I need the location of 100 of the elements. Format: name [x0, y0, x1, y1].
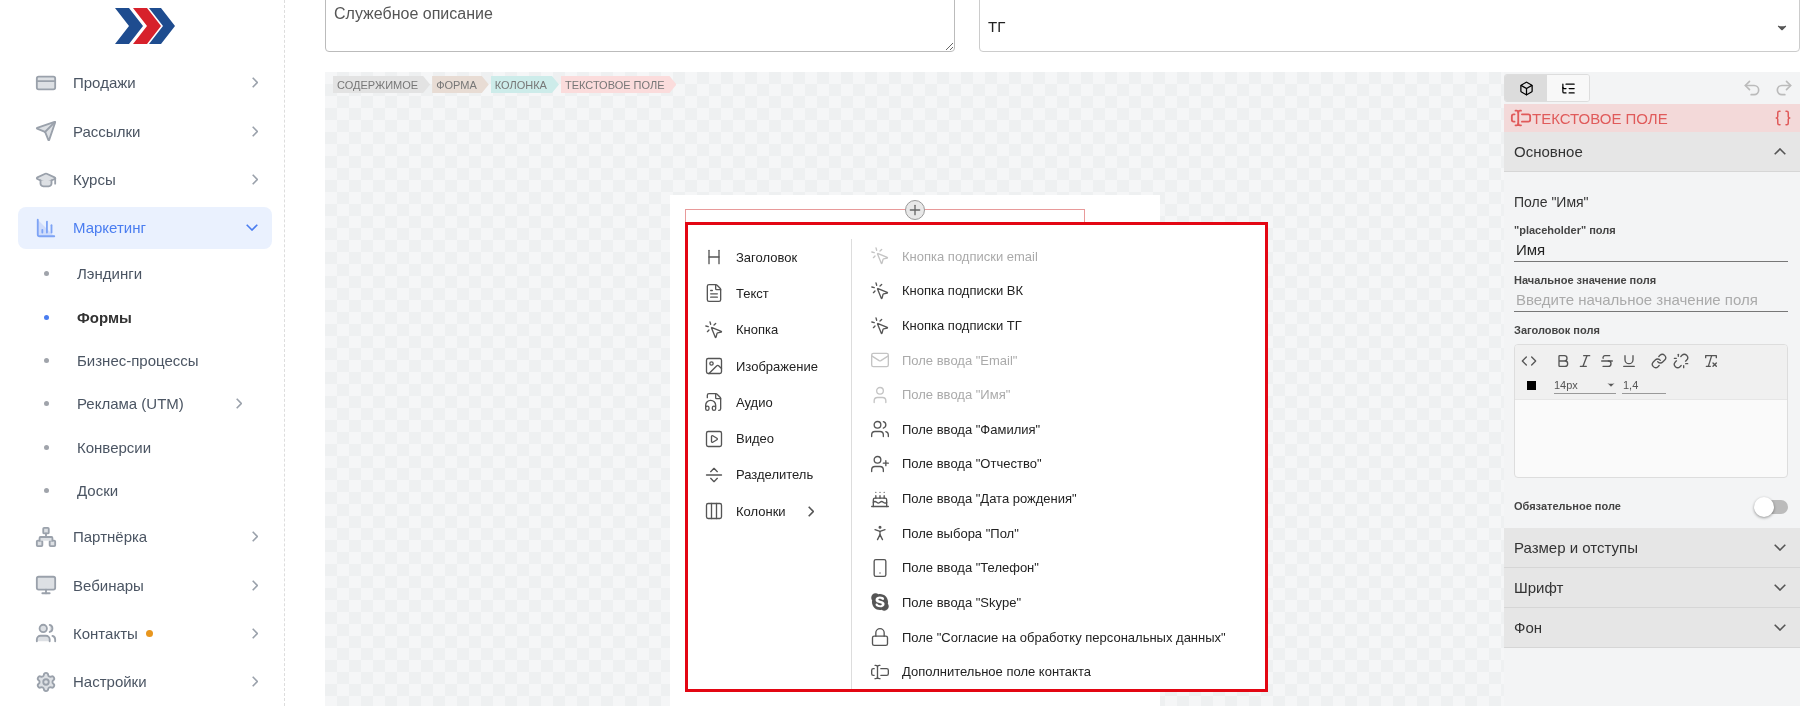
color-swatch[interactable] [1527, 380, 1536, 390]
field-label: Обязательное поле [1514, 500, 1621, 512]
bullet-icon [44, 358, 49, 364]
nav-label: Формы [77, 308, 133, 326]
audio-file-icon [704, 392, 724, 413]
menu-item[interactable]: Поле ввода "Телефон" [870, 550, 1226, 586]
document-icon [704, 283, 724, 304]
skype-icon [870, 592, 890, 613]
menu-item[interactable]: Кнопка подписки ВК [870, 273, 1226, 309]
field-label: Заголовок поля [1514, 324, 1601, 336]
section-header[interactable]: Основное [1504, 132, 1800, 172]
chevron-right-icon [252, 174, 258, 186]
unlink-icon[interactable] [1673, 353, 1689, 369]
element-title: ТЕКСТОВОЕ ПОЛЕ [1532, 109, 1668, 127]
menu-item[interactable]: Видео [704, 420, 851, 457]
play-icon [704, 428, 724, 449]
menu-item[interactable]: Поле ввода "Фамилия" [870, 412, 1226, 447]
nav-label: Курсы [73, 171, 116, 189]
menu-item[interactable]: Поле выбора "Пол" [870, 515, 1226, 551]
initial-value-input[interactable]: Введите начальное значение поля [1514, 288, 1788, 312]
clear-format-icon[interactable] [1703, 353, 1719, 369]
chevron-down-icon [1774, 624, 1786, 631]
line-height-input[interactable]: 1,4 [1622, 376, 1666, 394]
pointer-click-icon [870, 246, 890, 267]
menu-item[interactable]: Аудио [704, 384, 851, 421]
panel-tab[interactable] [1547, 75, 1589, 101]
code-icon[interactable] [1521, 353, 1537, 369]
settings-icon [35, 670, 57, 693]
breadcrumb[interactable]: КОЛОНКА [490, 76, 559, 93]
nav-subitem[interactable]: Доски [18, 469, 272, 513]
nav-item[interactable]: Продажи [18, 61, 272, 104]
lock-icon [870, 627, 890, 647]
pointer-click-icon [870, 280, 890, 301]
braces-icon[interactable] [1774, 109, 1792, 127]
menu-item[interactable]: Поле ввода "Отчество" [870, 446, 1226, 482]
section-header[interactable]: Фон [1504, 608, 1800, 648]
chevron-down-icon [246, 224, 258, 232]
panel-tab[interactable] [1505, 75, 1547, 101]
columns-icon [704, 501, 724, 522]
menu-item[interactable]: Изображение [704, 347, 851, 385]
breadcrumb[interactable]: СОДЕРЖИМОЕ [333, 76, 431, 93]
people-icon [35, 622, 57, 645]
nav-subitem[interactable]: Реклама (UTM) [18, 382, 272, 426]
menu-item[interactable]: Текст [704, 275, 851, 312]
nav-subitem[interactable]: Лэндинги [18, 252, 272, 296]
nav-label: Доски [77, 482, 120, 500]
placeholder-input[interactable]: Имя [1514, 238, 1788, 262]
nav-item[interactable]: Вебинары [18, 563, 272, 607]
italic-icon[interactable] [1577, 353, 1593, 369]
nav-label: Лэндинги [77, 265, 144, 283]
chevron-up-icon [1774, 148, 1786, 155]
pointer-click-icon [704, 319, 724, 340]
menu-item[interactable]: Поле "Согласие на обработку персональных данных" [870, 619, 1226, 655]
field-label: "placeholder" поля [1514, 224, 1617, 236]
menu-item[interactable]: Заголовок [704, 239, 851, 276]
bullet-icon [44, 401, 49, 407]
chevron-down-icon [1774, 544, 1786, 551]
chevron-right-icon [252, 531, 258, 543]
strikethrough-icon[interactable] [1599, 353, 1615, 369]
nav-label: Бизнес-процессы [77, 352, 200, 370]
nav-item[interactable]: Партнёрка [18, 515, 272, 558]
text-editor[interactable]: 14px 1,4 [1514, 344, 1788, 478]
menu-item[interactable]: Поле ввода "Skype" [870, 585, 1226, 620]
nav-label: Контакты [73, 624, 138, 642]
menu-item[interactable]: Дополнительное поле контакта [870, 654, 1226, 689]
underline-icon[interactable] [1621, 353, 1637, 369]
add-button[interactable] [905, 200, 925, 220]
logo [115, 8, 175, 44]
nav-label: Продажи [73, 74, 136, 92]
menu-item[interactable]: Кнопка подписки ТГ [870, 308, 1226, 343]
section-header[interactable]: Размер и отступы [1504, 528, 1800, 568]
section-header[interactable]: Шрифт [1504, 568, 1800, 608]
nav-label: Маркетинг [73, 219, 146, 237]
breadcrumb[interactable]: ТЕКСТОВОЕ ПОЛЕ [560, 76, 677, 93]
chevron-right-icon [252, 77, 258, 89]
nav-subitem[interactable]: Конверсии [18, 425, 272, 470]
chevron-right-icon [236, 398, 242, 410]
menu-item[interactable]: Колонки [704, 493, 851, 530]
nav-item[interactable]: Контакты [18, 612, 272, 655]
description-field[interactable]: Служебное описание [325, 0, 955, 52]
email-group-select[interactable]: ТГ [979, 0, 1800, 52]
text-field-icon [1510, 107, 1532, 129]
bullet-icon [44, 271, 49, 277]
menu-item[interactable]: Кнопка [704, 311, 851, 348]
font-size-select[interactable]: 14px [1554, 376, 1616, 394]
link-icon[interactable] [1651, 353, 1667, 369]
menu-item[interactable]: Поле ввода "Дата рождения" [870, 481, 1226, 516]
monitor-icon [35, 574, 57, 597]
nav-item[interactable]: Курсы [18, 158, 272, 201]
nav-subitem[interactable]: Бизнес-процессы [18, 338, 272, 383]
nav-label: Рассылки [73, 122, 141, 140]
nav-subitem[interactable]: Формы [18, 295, 272, 339]
tree-icon [1560, 80, 1576, 96]
nav-item[interactable]: Настройки [18, 660, 272, 704]
chevron-right-icon [252, 125, 258, 137]
nav-label: Настройки [73, 673, 147, 691]
cube-icon [1518, 80, 1534, 96]
bold-icon[interactable] [1555, 353, 1571, 369]
nav-item[interactable]: Рассылки [18, 109, 272, 153]
menu-item[interactable]: Разделитель [704, 456, 851, 494]
